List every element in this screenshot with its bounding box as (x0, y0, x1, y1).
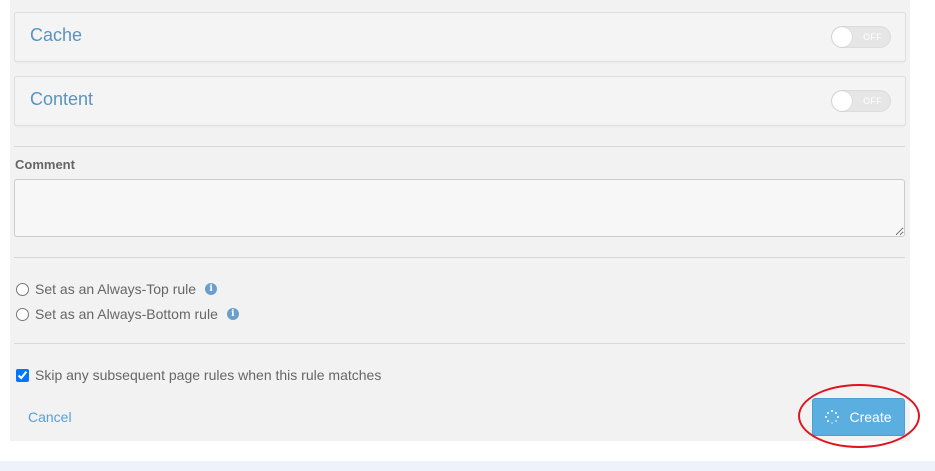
cache-toggle-label: OFF (863, 32, 882, 42)
content-toggle-knob (832, 91, 852, 111)
skip-subsequent-label[interactable]: Skip any subsequent page rules when this… (35, 367, 381, 383)
info-icon[interactable]: i (226, 308, 239, 320)
always-bottom-radio[interactable] (16, 307, 29, 321)
cache-section[interactable]: Cache OFF (14, 12, 906, 62)
cache-toggle-knob (832, 27, 852, 47)
divider (14, 257, 905, 258)
cache-toggle[interactable]: OFF (831, 26, 891, 48)
divider (14, 146, 905, 147)
content-toggle[interactable]: OFF (831, 90, 891, 112)
comment-field[interactable] (14, 179, 905, 237)
always-bottom-option[interactable]: Set as an Always-Bottom rule i (15, 306, 239, 322)
always-top-label[interactable]: Set as an Always-Top rule (35, 281, 196, 297)
comment-label: Comment (15, 157, 75, 172)
create-button-label: Create (849, 409, 892, 425)
create-button[interactable]: Create (812, 398, 905, 436)
skip-subsequent-checkbox[interactable] (16, 368, 29, 382)
loading-spinner-icon (825, 410, 840, 424)
info-icon[interactable]: i (205, 283, 218, 295)
always-top-radio[interactable] (16, 282, 29, 296)
divider (14, 343, 905, 344)
cache-section-title[interactable]: Cache (30, 25, 82, 46)
content-section-title[interactable]: Content (30, 89, 93, 110)
always-top-option[interactable]: Set as an Always-Top rule i (15, 281, 218, 297)
skip-subsequent-option[interactable]: Skip any subsequent page rules when this… (15, 367, 381, 383)
bottom-bar (0, 461, 935, 471)
always-bottom-label[interactable]: Set as an Always-Bottom rule (35, 306, 218, 322)
content-toggle-label: OFF (863, 96, 882, 106)
content-section[interactable]: Content OFF (14, 76, 906, 126)
cancel-link[interactable]: Cancel (28, 409, 72, 425)
